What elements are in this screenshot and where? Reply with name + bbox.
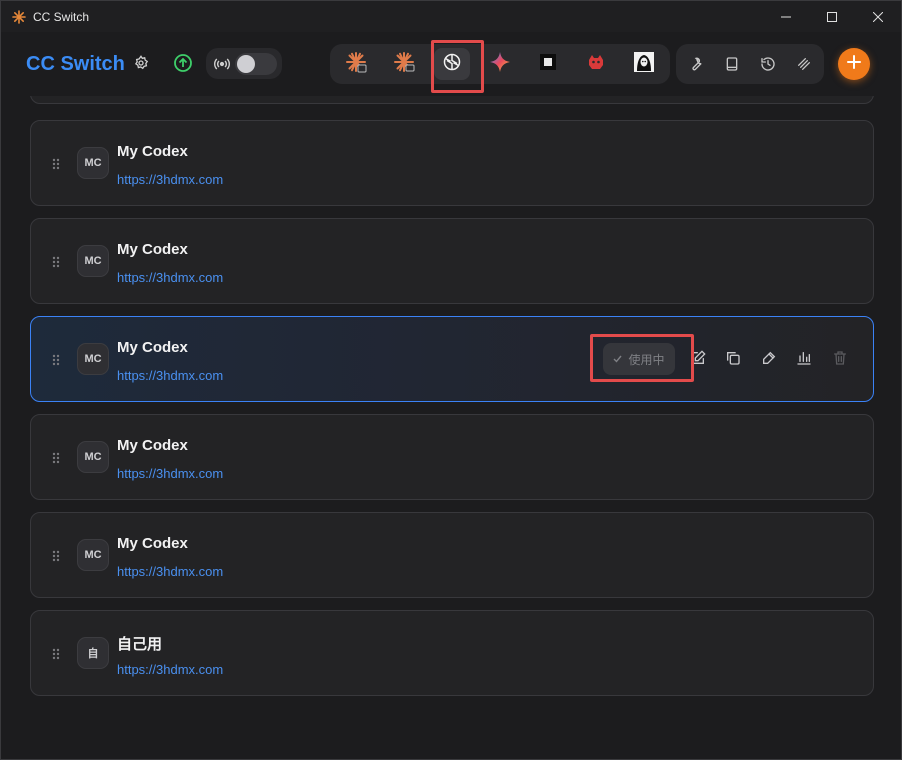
- provider-card-partial[interactable]: [30, 96, 874, 104]
- provider-url-link[interactable]: https://3hdmx.com: [117, 466, 223, 481]
- proxy-toggle[interactable]: [235, 52, 277, 75]
- provider-avatar: MC: [77, 245, 109, 277]
- provider-name: My Codex: [117, 143, 188, 160]
- portrait-icon: [633, 51, 655, 78]
- provider-avatar: MC: [77, 539, 109, 571]
- drag-handle-icon[interactable]: [51, 451, 61, 465]
- provider-url-link[interactable]: https://3hdmx.com: [117, 662, 223, 677]
- tab-gemini[interactable]: [482, 48, 518, 80]
- tab-portrait-agent[interactable]: [626, 48, 662, 80]
- tab-claude-code[interactable]: [338, 48, 374, 80]
- provider-url-link[interactable]: https://3hdmx.com: [117, 368, 223, 383]
- provider-avatar: MC: [77, 441, 109, 473]
- app-window: CC Switch CC Switch MC My Codex https://…: [0, 0, 902, 760]
- provider-name: My Codex: [117, 535, 188, 552]
- edit-icon[interactable]: [688, 348, 708, 368]
- provider-name: My Codex: [117, 437, 188, 454]
- close-window-button[interactable]: [855, 1, 901, 32]
- provider-name: My Codex: [117, 339, 188, 356]
- app-header: CC Switch: [1, 32, 901, 96]
- claude-desktop-icon: [393, 51, 415, 78]
- provider-card-active[interactable]: MC My Codex https://3hdmx.com 使用中: [30, 316, 874, 402]
- title-bar: CC Switch: [1, 1, 901, 32]
- drag-handle-icon[interactable]: [51, 353, 61, 367]
- provider-avatar: MC: [77, 343, 109, 375]
- history-icon[interactable]: [756, 52, 780, 76]
- provider-name: My Codex: [117, 241, 188, 258]
- in-use-label: 使用中: [628, 352, 665, 367]
- in-use-button[interactable]: 使用中: [603, 343, 675, 375]
- provider-url-link[interactable]: https://3hdmx.com: [117, 270, 223, 285]
- red-robot-icon: [585, 51, 607, 78]
- app-tabs: [330, 44, 670, 84]
- provider-avatar: 自: [77, 637, 109, 669]
- toggle-knob: [237, 54, 255, 73]
- claude-cli-icon: [345, 51, 367, 78]
- usage-chart-icon[interactable]: [794, 348, 814, 368]
- broadcast-icon: [214, 56, 230, 72]
- provider-card[interactable]: MC My Codex https://3hdmx.com: [30, 414, 874, 500]
- add-provider-button[interactable]: [838, 48, 870, 80]
- proxy-control: [206, 48, 282, 79]
- drag-handle-icon[interactable]: [51, 157, 61, 171]
- gemini-icon: [489, 51, 511, 78]
- layers-icon[interactable]: [792, 52, 816, 76]
- provider-list: MC My Codex https://3hdmx.com MC My Code…: [1, 96, 901, 760]
- drag-handle-icon[interactable]: [51, 255, 61, 269]
- brand-title[interactable]: CC Switch: [26, 53, 125, 76]
- minimize-button[interactable]: [763, 1, 809, 32]
- check-icon: [613, 352, 623, 366]
- app-logo-icon: [11, 9, 27, 25]
- tools-group: [676, 44, 824, 84]
- openai-icon: [442, 52, 462, 77]
- provider-card[interactable]: 自 自己用 https://3hdmx.com: [30, 610, 874, 696]
- provider-card[interactable]: MC My Codex https://3hdmx.com: [30, 512, 874, 598]
- tab-opencode[interactable]: [530, 48, 566, 80]
- provider-url-link[interactable]: https://3hdmx.com: [117, 564, 223, 579]
- book-icon[interactable]: [720, 52, 744, 76]
- settings-gear-icon[interactable]: [130, 52, 152, 74]
- window-title: CC Switch: [33, 9, 90, 24]
- maximize-button[interactable]: [809, 1, 855, 32]
- provider-card[interactable]: MC My Codex https://3hdmx.com: [30, 120, 874, 206]
- tab-codex[interactable]: [434, 48, 470, 80]
- duplicate-icon[interactable]: [723, 348, 743, 368]
- plus-icon: [847, 54, 861, 74]
- test-tool-icon[interactable]: [759, 348, 779, 368]
- delete-icon[interactable]: [830, 348, 850, 368]
- wrench-icon[interactable]: [684, 52, 708, 76]
- provider-name: 自己用: [117, 636, 163, 653]
- drag-handle-icon[interactable]: [51, 647, 61, 661]
- update-arrow-icon[interactable]: [172, 52, 194, 74]
- drag-handle-icon[interactable]: [51, 549, 61, 563]
- square-icon: [538, 52, 558, 77]
- provider-avatar: MC: [77, 147, 109, 179]
- provider-card[interactable]: MC My Codex https://3hdmx.com: [30, 218, 874, 304]
- tab-claude-desktop[interactable]: [386, 48, 422, 80]
- tab-red-agent[interactable]: [578, 48, 614, 80]
- provider-url-link[interactable]: https://3hdmx.com: [117, 172, 223, 187]
